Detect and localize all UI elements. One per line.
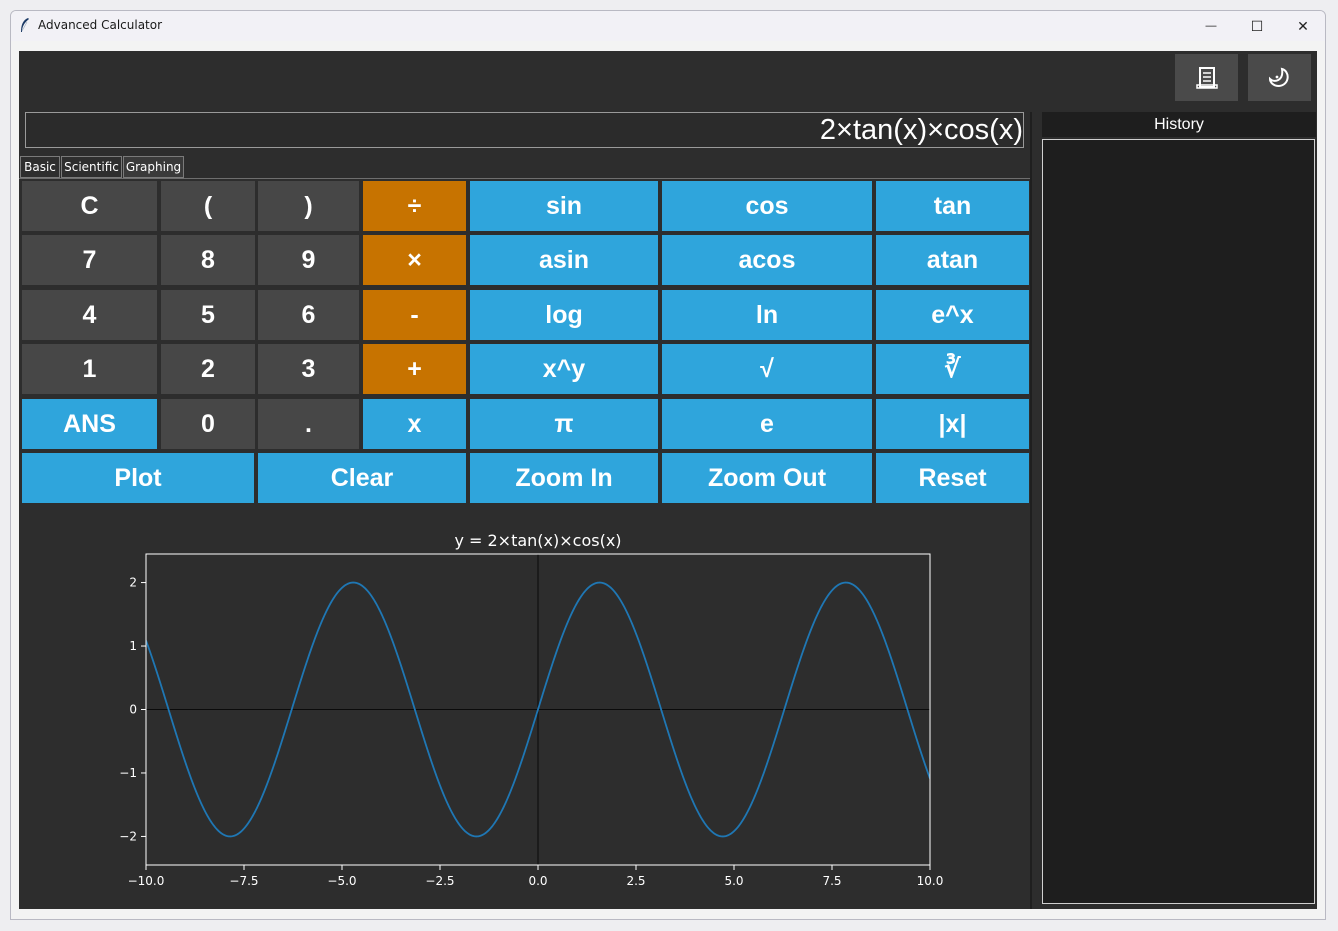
x-tick-label: −7.5 xyxy=(229,874,258,888)
theme-toggle-button[interactable] xyxy=(1248,54,1311,101)
x-tick-label: 2.5 xyxy=(626,874,645,888)
x-tick-label: −2.5 xyxy=(425,874,454,888)
subtract-button[interactable]: - xyxy=(363,290,466,340)
digit-4-button[interactable]: 4 xyxy=(22,290,157,340)
x-tick-label: −5.0 xyxy=(327,874,356,888)
multiply-button[interactable]: × xyxy=(363,235,466,285)
tab-basic[interactable]: Basic xyxy=(20,156,60,178)
x-tick-label: 7.5 xyxy=(822,874,841,888)
exp-button[interactable]: e^x xyxy=(876,290,1029,340)
history-toggle-button[interactable] xyxy=(1175,54,1238,101)
title-bar: Advanced Calculator — ☐ ✕ xyxy=(11,11,1325,41)
history-list[interactable] xyxy=(1042,139,1315,904)
y-tick-label: −1 xyxy=(119,766,137,780)
digit-1-button[interactable]: 1 xyxy=(22,344,157,394)
expression-display[interactable]: 2×tan(x)×cos(x) xyxy=(25,112,1024,148)
y-tick-label: 2 xyxy=(129,576,137,590)
abs-button[interactable]: |x| xyxy=(876,399,1029,449)
zoom-in-button[interactable]: Zoom In xyxy=(470,453,658,503)
reset-button[interactable]: Reset xyxy=(876,453,1029,503)
close-icon: ✕ xyxy=(1297,17,1309,34)
cbrt-button[interactable]: ∛ xyxy=(876,344,1029,394)
sin-button[interactable]: sin xyxy=(470,181,658,231)
pi-button[interactable]: π xyxy=(470,399,658,449)
window-title: Advanced Calculator xyxy=(38,18,163,32)
moon-icon xyxy=(1268,67,1289,87)
scroll-icon xyxy=(1195,66,1218,89)
sqrt-button[interactable]: √ xyxy=(662,344,872,394)
acos-button[interactable]: acos xyxy=(662,235,872,285)
digit-0-button[interactable]: 0 xyxy=(161,399,255,449)
maximize-button[interactable]: ☐ xyxy=(1234,11,1280,41)
ln-button[interactable]: ln xyxy=(662,290,872,340)
y-tick-label: −2 xyxy=(119,829,137,843)
tab-graphing[interactable]: Graphing xyxy=(123,156,184,178)
euler-e-button[interactable]: e xyxy=(662,399,872,449)
graph-area: y = 2×tan(x)×cos(x) −10.0 −7.5 −5.0 −2.5 0.0 2… xyxy=(19,512,1030,909)
log-button[interactable]: log xyxy=(470,290,658,340)
main-content: 2×tan(x)×cos(x) Basic Scientific Graphin… xyxy=(19,51,1317,909)
panel-separator xyxy=(1030,112,1032,909)
digit-9-button[interactable]: 9 xyxy=(258,235,359,285)
tab-scientific[interactable]: Scientific xyxy=(61,156,122,178)
close-button[interactable]: ✕ xyxy=(1280,11,1325,41)
digit-3-button[interactable]: 3 xyxy=(258,344,359,394)
zoom-out-button[interactable]: Zoom Out xyxy=(662,453,872,503)
app-window: Advanced Calculator — ☐ ✕ 2×tan(x)×cos(x… xyxy=(10,10,1326,920)
close-paren-button[interactable]: ) xyxy=(258,181,359,231)
digit-6-button[interactable]: 6 xyxy=(258,290,359,340)
tan-button[interactable]: tan xyxy=(876,181,1029,231)
open-paren-button[interactable]: ( xyxy=(161,181,255,231)
tab-divider xyxy=(19,178,1030,179)
clear-entry-button[interactable]: C xyxy=(22,181,157,231)
power-button[interactable]: x^y xyxy=(470,344,658,394)
asin-button[interactable]: asin xyxy=(470,235,658,285)
x-tick-label: −10.0 xyxy=(128,874,165,888)
digit-2-button[interactable]: 2 xyxy=(161,344,255,394)
feather-icon xyxy=(21,18,29,32)
minimize-icon: — xyxy=(1205,20,1217,32)
ans-button[interactable]: ANS xyxy=(22,399,157,449)
add-button[interactable]: + xyxy=(363,344,466,394)
x-tick-label: 0.0 xyxy=(528,874,547,888)
expression-text: 2×tan(x)×cos(x) xyxy=(819,114,1023,146)
divide-button[interactable]: ÷ xyxy=(363,181,466,231)
clear-plot-button[interactable]: Clear xyxy=(258,453,466,503)
plot-title: y = 2×tan(x)×cos(x) xyxy=(454,531,621,550)
x-tick-label: 5.0 xyxy=(724,874,743,888)
plot-button[interactable]: Plot xyxy=(22,453,254,503)
atan-button[interactable]: atan xyxy=(876,235,1029,285)
minimize-button[interactable]: — xyxy=(1188,11,1234,41)
x-tick-label: 10.0 xyxy=(917,874,944,888)
digit-8-button[interactable]: 8 xyxy=(161,235,255,285)
maximize-icon: ☐ xyxy=(1250,17,1264,34)
y-tick-label: 0 xyxy=(129,703,137,717)
cos-button[interactable]: cos xyxy=(662,181,872,231)
function-plot: y = 2×tan(x)×cos(x) −10.0 −7.5 −5.0 −2.5 0.0 2… xyxy=(119,531,944,888)
variable-x-button[interactable]: x xyxy=(363,399,466,449)
digit-7-button[interactable]: 7 xyxy=(22,235,157,285)
digit-5-button[interactable]: 5 xyxy=(161,290,255,340)
history-title: History xyxy=(1042,112,1316,137)
decimal-button[interactable]: . xyxy=(258,399,359,449)
y-tick-label: 1 xyxy=(129,639,137,653)
